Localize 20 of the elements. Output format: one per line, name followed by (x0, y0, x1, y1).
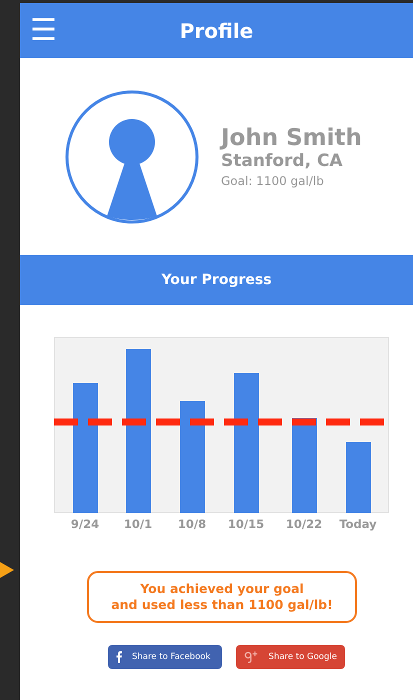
axis-label: 10/22 (286, 517, 322, 531)
page-title: Profile (180, 18, 254, 42)
chart-bar (346, 442, 371, 513)
menu-button[interactable]: ☰ (30, 16, 57, 46)
pointer-icon (0, 562, 14, 578)
section-title: Your Progress (20, 255, 413, 305)
google-share-button[interactable]: Share to Google (236, 645, 345, 669)
avatar-icon (65, 90, 199, 224)
axis-label: 10/8 (178, 517, 206, 531)
axis-label: 10/15 (228, 517, 264, 531)
user-location: Stanford, CA (221, 151, 344, 171)
facebook-icon (116, 651, 122, 663)
google-plus-icon (244, 651, 259, 663)
user-goal: Goal: 1100 gal/lb (221, 174, 325, 188)
axis-label: Today (339, 517, 377, 531)
user-name: John Smith (221, 125, 362, 151)
axis-label: 9/24 (70, 517, 100, 531)
facebook-share-button[interactable]: Share to Facebook (108, 645, 222, 669)
axis-label: 10/1 (124, 517, 152, 531)
goal-message: You achieved your goal and used less than 1100 gal/lb! (87, 571, 357, 623)
